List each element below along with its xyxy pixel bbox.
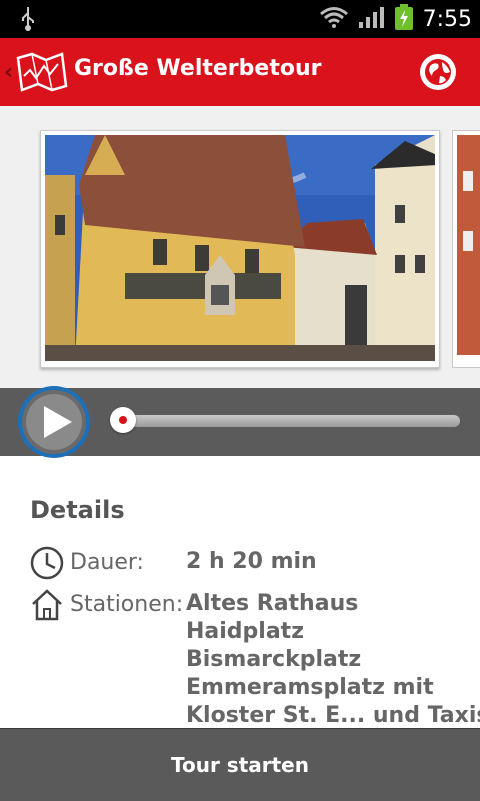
image-gallery[interactable]: [0, 106, 480, 388]
clock-icon: [30, 546, 64, 584]
back-chevron-icon[interactable]: ‹: [4, 60, 13, 85]
list-item: Kloster St. E... und Taxis: [186, 703, 480, 728]
slider-thumb[interactable]: [110, 407, 136, 433]
stations-label: Stationen:: [70, 592, 184, 617]
home-icon: [30, 588, 64, 626]
page-title: Große Welterbetour: [74, 56, 322, 81]
list-item: Bismarckplatz: [186, 647, 362, 672]
list-item: Emmeramsplatz mit: [186, 675, 434, 700]
play-button[interactable]: [16, 384, 92, 460]
list-item: Altes Rathaus: [186, 591, 359, 616]
photo-next[interactable]: [452, 130, 480, 368]
globe-icon[interactable]: [420, 54, 456, 90]
bottom-action-bar: Tour starten: [0, 728, 480, 801]
duration-value: 2 h 20 min: [186, 549, 317, 574]
map-icon[interactable]: [16, 52, 68, 92]
progress-slider[interactable]: [114, 415, 460, 427]
duration-label: Dauer:: [70, 550, 144, 575]
status-bar: 7:55: [0, 0, 480, 38]
app-header: ‹ Große Welterbetour: [0, 38, 480, 106]
list-item: Haidplatz: [186, 619, 305, 644]
section-title: Details: [30, 496, 125, 524]
battery-charging-icon: [394, 4, 413, 34]
signal-icon: [358, 6, 385, 32]
clock-time: 7:55: [422, 6, 472, 32]
start-tour-button[interactable]: Tour starten: [0, 729, 480, 801]
stations-list: Altes Rathaus Haidplatz Bismarckplatz Em…: [186, 590, 480, 730]
photo-old-town-hall[interactable]: [40, 130, 440, 368]
audio-player: [0, 386, 480, 458]
wifi-icon: [319, 6, 349, 32]
usb-icon: [20, 7, 36, 35]
